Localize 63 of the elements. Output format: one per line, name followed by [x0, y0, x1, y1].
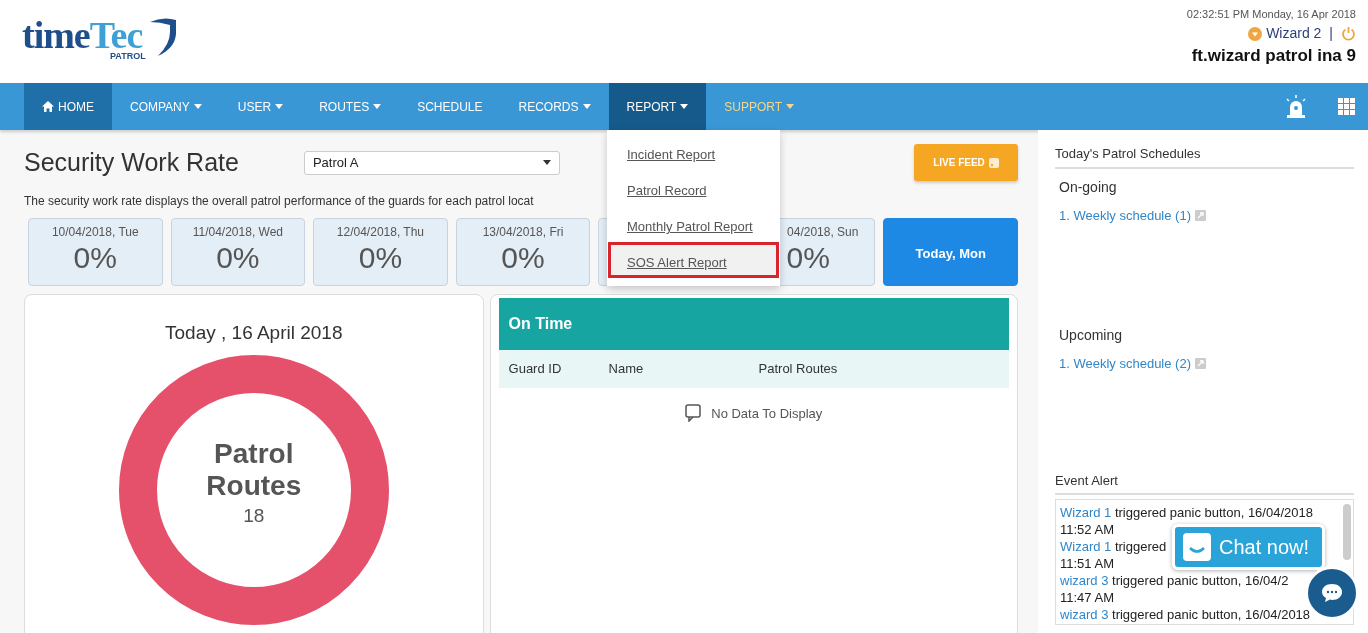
- rate-value: 0%: [215, 240, 261, 274]
- external-link-icon[interactable]: [1195, 209, 1206, 221]
- dropdown-circle-icon[interactable]: [1248, 26, 1263, 41]
- menu-item[interactable]: SOS Alert Report: [608, 242, 779, 278]
- card-date: 11/04/2018, Wed: [191, 223, 284, 241]
- donut-center-value: 18: [243, 503, 265, 528]
- nav-tab[interactable]: ROUTES: [301, 83, 400, 130]
- section-heading: Upcoming: [1059, 325, 1124, 345]
- event-time: 11:52 AM: [1060, 521, 1114, 538]
- separator-text: |: [1329, 25, 1333, 42]
- power-icon[interactable]: [1341, 26, 1356, 42]
- section-heading: On-going: [1059, 177, 1118, 197]
- account-name: ft.wizard patrol ina 9: [1191, 46, 1356, 67]
- chat-now-bubble[interactable]: Chat now!: [1172, 524, 1325, 570]
- rate-value: 0%: [785, 240, 831, 274]
- column-header: Patrol Routes: [758, 359, 838, 378]
- today-button[interactable]: Today, Mon: [883, 217, 1019, 286]
- event-alert-heading: Event Alert: [1055, 470, 1354, 495]
- nav-tab[interactable]: USER: [219, 83, 302, 130]
- schedules-heading: Today's Patrol Schedules: [1055, 144, 1354, 169]
- chat-icon: [1321, 583, 1343, 603]
- no-data-icon: [685, 404, 704, 423]
- user-link[interactable]: Wizard 1: [1060, 505, 1112, 520]
- summary-title: Today , 16 April 2018: [165, 320, 343, 345]
- description-text: The security work rate displays the overall patrol performance of the guards for each patrol locat: [24, 192, 535, 210]
- home-icon: [42, 101, 54, 112]
- card-date: 10/04/2018, Tue: [50, 223, 140, 241]
- event-text: wizard 3 triggered panic button, 16/04/2018: [1060, 606, 1311, 623]
- column-header: Name: [608, 359, 645, 378]
- empty-message: No Data To Display: [711, 404, 823, 423]
- smile-icon: [1183, 533, 1211, 561]
- rate-value: 0%: [500, 240, 546, 274]
- column-header: Guard ID: [508, 359, 563, 378]
- alarm-light-icon[interactable]: [1284, 94, 1308, 119]
- event-text: Wizard 1 triggered panic button, 16/04/2018: [1060, 504, 1313, 521]
- user-name-link[interactable]: Wizard 2: [1266, 25, 1322, 42]
- page-title: Security Work Rate: [24, 147, 239, 178]
- event-text: Wizard 1 triggered: [1060, 538, 1167, 555]
- nav-tab[interactable]: SCHEDULE: [399, 83, 501, 130]
- rate-value: 0%: [72, 240, 118, 274]
- external-link-icon[interactable]: [1195, 357, 1206, 369]
- nav-tab[interactable]: COMPANY: [112, 83, 220, 130]
- nav-tab[interactable]: SUPPORT: [706, 83, 813, 130]
- user-link[interactable]: Wizard 1: [1060, 539, 1112, 554]
- donut-center-title: Patrol Routes: [205, 437, 303, 502]
- card-date: 13/04/2018, Fri: [481, 223, 565, 241]
- schedule-link[interactable]: 1. Weekly schedule (1): [1059, 205, 1191, 225]
- event-text: wizard 3 triggered panic button, 16/04/2: [1060, 572, 1289, 589]
- patrol-select[interactable]: Patrol A: [303, 150, 560, 175]
- app-grid-icon[interactable]: [1338, 98, 1355, 115]
- user-link[interactable]: wizard 3: [1060, 607, 1109, 622]
- rate-value: 0%: [357, 240, 404, 274]
- event-time: 11:47 AM: [1060, 589, 1114, 606]
- scrollbar-thumb[interactable]: [1343, 504, 1351, 560]
- event-time: 11:51 AM: [1060, 555, 1114, 572]
- date-time: 02:32:51 PM Monday, 16 Apr 2018: [1186, 8, 1356, 22]
- user-link[interactable]: wizard 3: [1060, 573, 1109, 588]
- nav-tab[interactable]: HOME: [24, 83, 112, 130]
- nav-tab[interactable]: RECORDS: [500, 83, 609, 130]
- on-time-header: On Time: [498, 297, 1009, 350]
- nav-tab[interactable]: REPORT: [608, 83, 707, 130]
- card-date: 12/04/2018, Thu: [335, 223, 426, 241]
- schedule-link[interactable]: 1. Weekly schedule (2): [1059, 353, 1191, 373]
